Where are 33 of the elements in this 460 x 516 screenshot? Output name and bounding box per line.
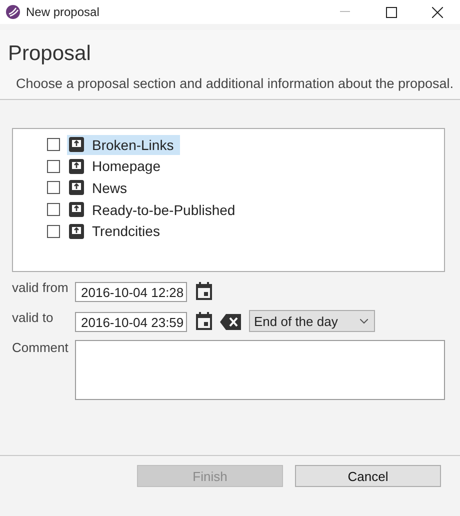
tree-item[interactable]: Broken-Links: [67, 134, 180, 155]
calendar-icon[interactable]: [196, 282, 212, 300]
chevron-down-icon: [360, 318, 368, 324]
tree-item[interactable]: Ready-to-be-Published: [67, 200, 242, 220]
checkbox[interactable]: [47, 181, 60, 194]
clear-icon[interactable]: [220, 314, 241, 330]
app-logo-icon: [6, 5, 20, 19]
tree-item[interactable]: Homepage: [67, 156, 166, 176]
field-label: valid from: [12, 280, 70, 295]
checkbox[interactable]: [47, 160, 60, 173]
date-input-field[interactable]: 2016-10-04 12:28: [75, 282, 187, 302]
section-icon: [69, 137, 84, 152]
maximize-icon[interactable]: [386, 6, 396, 18]
dialog-description: Choose a proposal section and additional information about the proposal.: [16, 76, 455, 91]
dialog-heading: Proposal: [8, 42, 92, 66]
preset-dropdown[interactable]: End of the day: [249, 310, 375, 332]
date-input-field[interactable]: 2016-10-04 23:59: [75, 312, 187, 332]
section-icon: [69, 158, 84, 174]
close-icon[interactable]: [432, 6, 442, 18]
calendar-icon[interactable]: [196, 312, 212, 330]
checkbox[interactable]: [47, 203, 60, 216]
tree-item[interactable]: Trendcities: [67, 221, 166, 242]
comment-field[interactable]: [75, 340, 445, 400]
checkbox[interactable]: [47, 224, 60, 238]
section-icon: [69, 202, 84, 218]
window-title: New proposal: [26, 5, 100, 19]
section-icon: [69, 180, 84, 196]
field-label: Comment: [12, 340, 70, 355]
dialog-button[interactable]: Cancel: [295, 465, 441, 487]
field-label: valid to: [12, 310, 54, 325]
section-icon: [69, 224, 84, 239]
tree-item[interactable]: News: [67, 178, 134, 198]
checkbox[interactable]: [47, 138, 60, 152]
